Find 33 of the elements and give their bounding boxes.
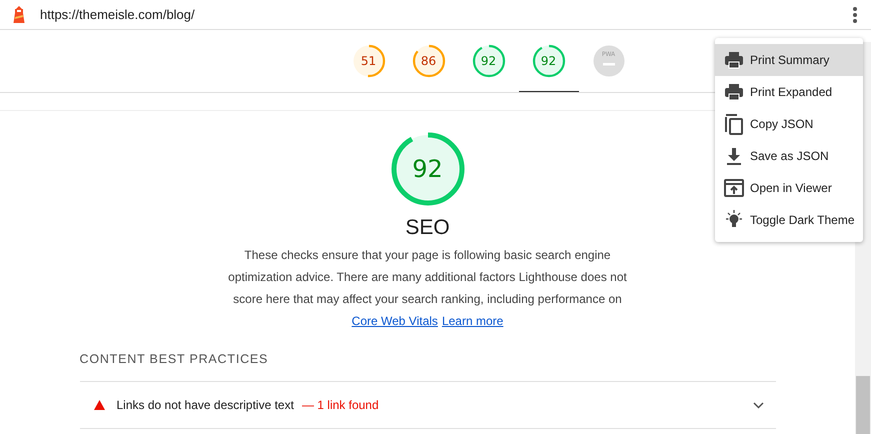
- warning-triangle-icon: [94, 400, 104, 410]
- score-gauge-icon: [352, 44, 386, 78]
- menu-item[interactable]: Save as JSON: [715, 140, 863, 172]
- score-gauge-icon: [532, 44, 566, 78]
- score-tab[interactable]: 92: [458, 30, 518, 92]
- menu-item[interactable]: Toggle Dark Theme: [715, 204, 863, 236]
- category-title: SEO: [405, 216, 450, 240]
- printer-icon: [723, 49, 745, 71]
- score-gauge-icon: [412, 44, 446, 78]
- link[interactable]: Learn more: [442, 314, 504, 328]
- audit-title: Links do not have descriptive text: [116, 398, 294, 412]
- score-tab[interactable]: 92: [518, 30, 578, 92]
- category-description: These checks ensure that your page is following basic search engine optimization advice. There are many additional factors Lighthouse does not score here that may affect your search ranking, including performance on Core Web Vitals Learn more: [227, 247, 628, 330]
- chevron-down-icon[interactable]: [752, 402, 764, 408]
- pwa-badge-icon: [592, 44, 626, 78]
- score-gauge-icon: [390, 131, 466, 207]
- copy-icon: [723, 113, 745, 135]
- more-menu-icon[interactable]: [853, 6, 857, 22]
- score-tab[interactable]: 51: [338, 30, 398, 92]
- lighthouse-icon: [12, 6, 26, 24]
- section-heading: CONTENT BEST PRACTICES: [80, 352, 776, 382]
- score-gauge-icon: [472, 44, 506, 78]
- score-value: 92: [412, 155, 443, 183]
- menu-item[interactable]: Print Summary: [715, 44, 863, 76]
- page-url: https://themeisle.com/blog/: [40, 7, 196, 22]
- open-window-icon: [723, 177, 745, 199]
- link[interactable]: Core Web Vitals: [352, 314, 438, 328]
- score-tab[interactable]: 86: [398, 30, 458, 92]
- menu-item[interactable]: Print Expanded: [715, 76, 863, 108]
- audit-row[interactable]: Links do not have descriptive text — 1 link found: [80, 382, 776, 429]
- menu-item[interactable]: Open in Viewer: [715, 172, 863, 204]
- menu-item[interactable]: Copy JSON: [715, 108, 863, 140]
- audit-detail: — 1 link found: [302, 398, 379, 412]
